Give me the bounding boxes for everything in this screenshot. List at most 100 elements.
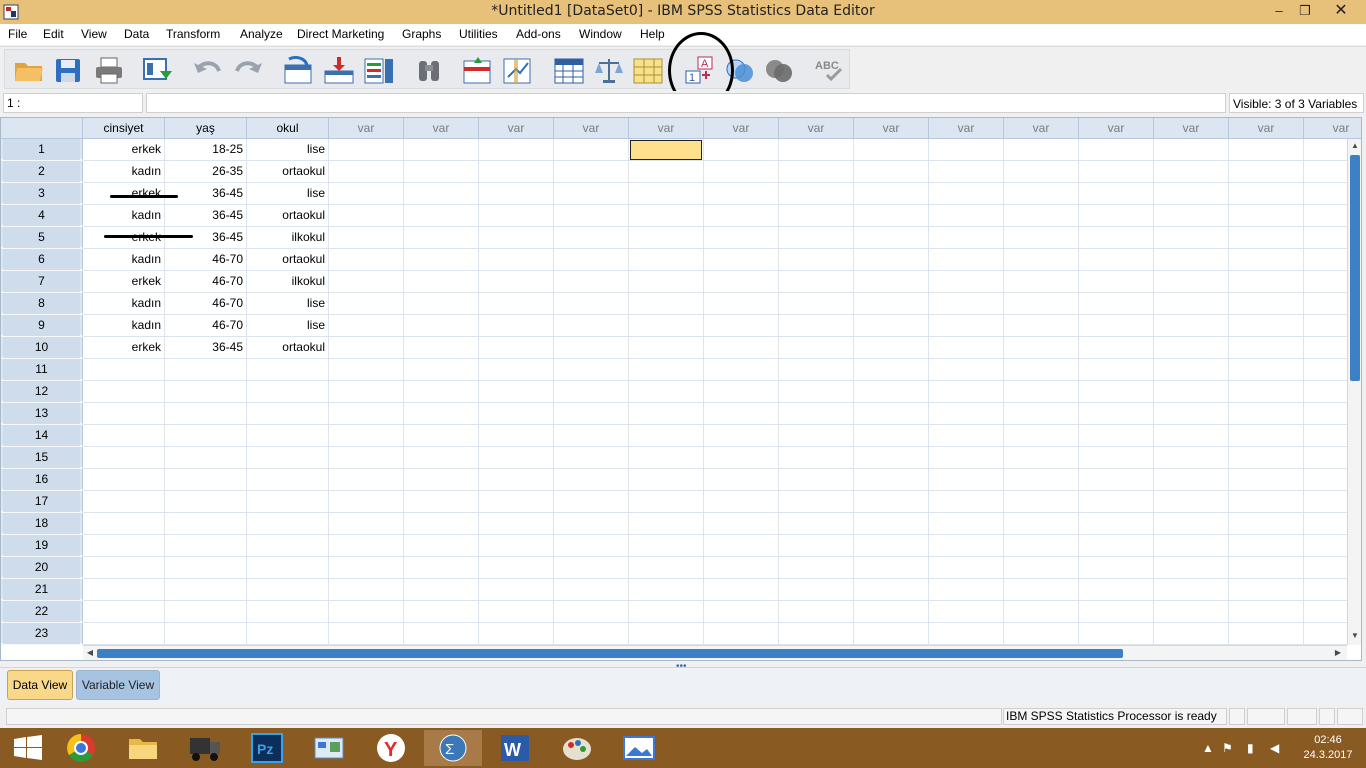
truck-app-icon[interactable] <box>176 730 234 766</box>
cell-value-input[interactable] <box>146 93 1226 113</box>
data-cell[interactable] <box>1154 469 1229 491</box>
data-cell[interactable] <box>554 139 629 161</box>
data-cell[interactable] <box>629 513 704 535</box>
data-cell[interactable] <box>929 403 1004 425</box>
data-cell[interactable] <box>404 205 479 227</box>
data-cell[interactable] <box>1004 337 1079 359</box>
menu-file[interactable]: File <box>8 27 27 41</box>
data-cell[interactable] <box>83 447 165 469</box>
data-cell[interactable] <box>704 381 779 403</box>
data-cell[interactable] <box>704 227 779 249</box>
data-cell[interactable] <box>704 513 779 535</box>
data-cell[interactable] <box>329 183 404 205</box>
data-cell[interactable] <box>1154 447 1229 469</box>
grid-corner[interactable] <box>1 118 83 139</box>
data-cell[interactable] <box>629 447 704 469</box>
data-cell[interactable] <box>554 183 629 205</box>
data-cell[interactable]: 36-45 <box>165 205 247 227</box>
data-cell[interactable] <box>329 271 404 293</box>
data-cell[interactable] <box>1229 557 1304 579</box>
vertical-scrollbar[interactable]: ▲ ▼ <box>1347 139 1361 645</box>
start-icon[interactable] <box>0 730 58 766</box>
weight-cases-icon[interactable] <box>593 55 625 85</box>
data-cell[interactable] <box>1004 491 1079 513</box>
data-cell[interactable] <box>247 447 329 469</box>
data-cell[interactable] <box>479 183 554 205</box>
row-header[interactable]: 10 <box>1 337 83 359</box>
data-cell[interactable] <box>83 403 165 425</box>
data-cell[interactable] <box>629 425 704 447</box>
data-cell[interactable] <box>1154 359 1229 381</box>
data-cell[interactable] <box>554 579 629 601</box>
data-cell[interactable] <box>554 535 629 557</box>
data-cell[interactable] <box>554 249 629 271</box>
data-cell[interactable] <box>629 315 704 337</box>
data-cell[interactable] <box>1079 249 1154 271</box>
data-cell[interactable] <box>629 557 704 579</box>
data-cell[interactable] <box>779 271 854 293</box>
data-cell[interactable] <box>329 425 404 447</box>
data-cell[interactable] <box>404 161 479 183</box>
data-cell[interactable]: 46-70 <box>165 271 247 293</box>
data-cell[interactable] <box>929 139 1004 161</box>
data-cell[interactable] <box>554 293 629 315</box>
data-cell[interactable] <box>1229 205 1304 227</box>
column-header-var[interactable]: var <box>1079 118 1154 139</box>
data-cell[interactable] <box>329 359 404 381</box>
column-header-var[interactable]: var <box>704 118 779 139</box>
data-cell[interactable] <box>247 535 329 557</box>
data-cell[interactable] <box>83 381 165 403</box>
data-cell[interactable] <box>629 535 704 557</box>
data-cell[interactable] <box>479 227 554 249</box>
data-cell[interactable] <box>165 469 247 491</box>
data-cell[interactable] <box>629 271 704 293</box>
data-cell[interactable] <box>1229 381 1304 403</box>
data-cell[interactable] <box>704 249 779 271</box>
data-cell[interactable] <box>329 601 404 623</box>
menu-transform[interactable]: Transform <box>166 27 220 41</box>
data-cell[interactable] <box>854 227 929 249</box>
print-icon[interactable] <box>93 55 125 85</box>
data-cell[interactable] <box>704 557 779 579</box>
data-cell[interactable] <box>1004 557 1079 579</box>
data-cell[interactable] <box>854 535 929 557</box>
data-cell[interactable] <box>404 337 479 359</box>
data-cell[interactable] <box>329 249 404 271</box>
data-cell[interactable] <box>329 205 404 227</box>
data-cell[interactable] <box>83 513 165 535</box>
data-cell[interactable] <box>1079 623 1154 645</box>
data-cell[interactable] <box>329 315 404 337</box>
data-cell[interactable] <box>1004 425 1079 447</box>
data-cell[interactable] <box>779 315 854 337</box>
select-cases-icon[interactable] <box>632 55 664 85</box>
data-cell[interactable] <box>1004 579 1079 601</box>
data-cell[interactable] <box>704 293 779 315</box>
data-cell[interactable] <box>929 447 1004 469</box>
data-cell[interactable] <box>929 381 1004 403</box>
column-header-yaş[interactable]: yaş <box>165 118 247 139</box>
data-cell[interactable] <box>1154 535 1229 557</box>
data-cell[interactable] <box>854 139 929 161</box>
data-cell[interactable] <box>854 403 929 425</box>
row-header[interactable]: 21 <box>1 579 83 601</box>
data-cell[interactable]: ortaokul <box>247 337 329 359</box>
row-header[interactable]: 20 <box>1 557 83 579</box>
data-cell[interactable] <box>704 161 779 183</box>
data-cell[interactable] <box>1229 183 1304 205</box>
word-icon[interactable]: W <box>486 730 544 766</box>
data-cell[interactable] <box>854 469 929 491</box>
redo-icon[interactable] <box>232 55 264 85</box>
data-cell[interactable] <box>1079 315 1154 337</box>
row-header[interactable]: 3 <box>1 183 83 205</box>
data-cell[interactable] <box>329 535 404 557</box>
data-cell[interactable] <box>929 491 1004 513</box>
data-cell[interactable] <box>854 491 929 513</box>
data-cell[interactable] <box>479 205 554 227</box>
data-cell[interactable] <box>404 359 479 381</box>
column-header-var[interactable]: var <box>779 118 854 139</box>
data-cell[interactable] <box>404 601 479 623</box>
data-cell[interactable]: kadın <box>83 205 165 227</box>
data-cell[interactable] <box>329 557 404 579</box>
data-cell[interactable] <box>629 601 704 623</box>
data-cell[interactable] <box>854 337 929 359</box>
